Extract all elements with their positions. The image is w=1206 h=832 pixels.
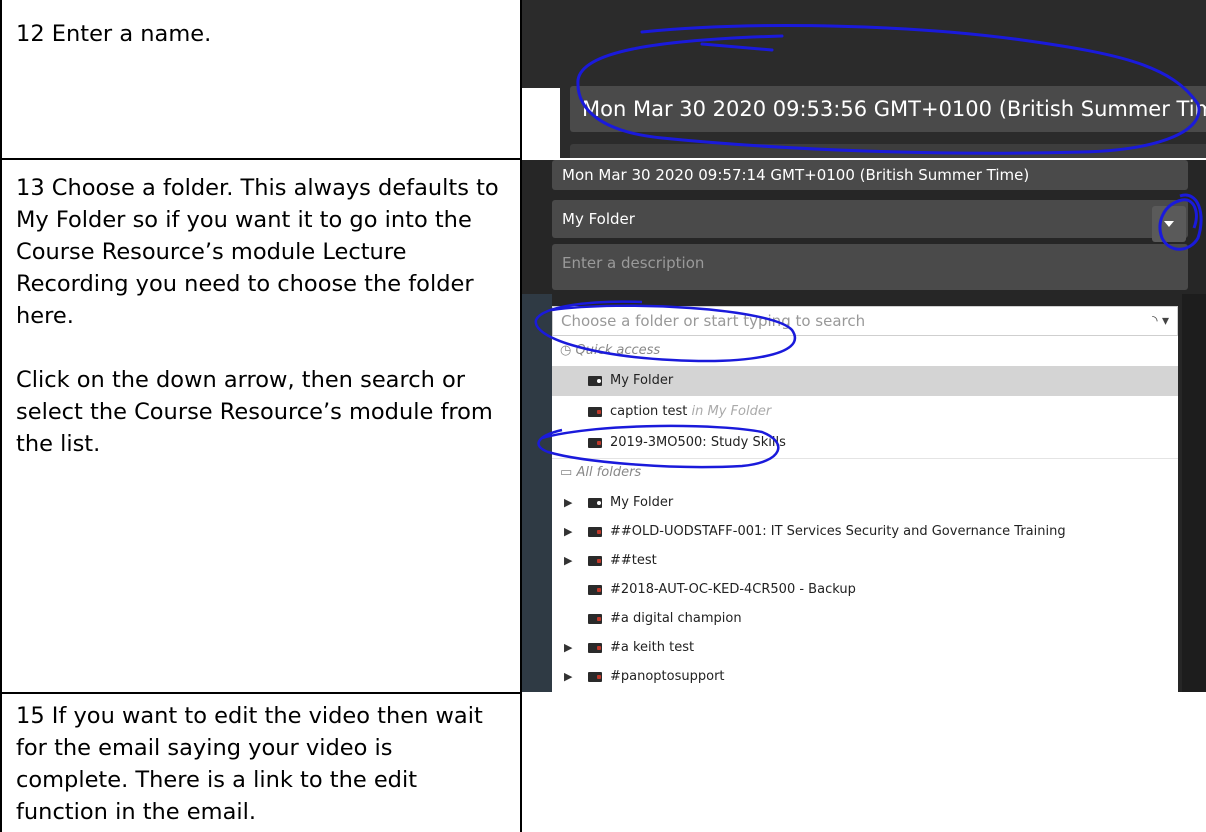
caret-down-icon[interactable] xyxy=(1152,206,1186,242)
all-folders-label: All folders xyxy=(576,465,642,480)
all-folders-header: ▭ All folders xyxy=(552,460,1178,486)
folder-label: #panoptosupport xyxy=(610,669,725,684)
annotation-ink xyxy=(576,24,1201,155)
my-folder-icon xyxy=(588,498,602,508)
folder-search-input[interactable]: Choose a folder or start typing to searc… xyxy=(552,306,1178,336)
folder-icon xyxy=(588,438,602,448)
folder-icon xyxy=(588,556,602,566)
folder-outline-icon: ▭ xyxy=(560,465,573,480)
next-field-stub xyxy=(570,144,1206,158)
folder-icon xyxy=(588,527,602,537)
expand-arrow-icon[interactable]: ▶ xyxy=(564,546,572,576)
folder-label: My Folder xyxy=(610,373,674,388)
step-15-paragraph: 15 If you want to edit the video then wa… xyxy=(16,703,483,825)
folder-label: ##test xyxy=(610,553,657,568)
section-divider xyxy=(552,458,1178,459)
folder-icon xyxy=(588,643,602,653)
expand-arrow-icon[interactable]: ▶ xyxy=(564,662,572,692)
screenshot-name-field: Mon Mar 30 2020 09:53:56 GMT+0100 (Briti… xyxy=(522,0,1206,158)
spinner-icon: ◝ ▾ xyxy=(1152,313,1169,329)
expand-arrow-icon[interactable]: ▶ xyxy=(564,633,572,663)
quick-access-header: ◷ Quick access xyxy=(552,338,1178,364)
folder-tree-item[interactable]: ▶ #panoptosupport xyxy=(552,662,1178,692)
screenshot-folder-picker: Mon Mar 30 2020 09:57:14 GMT+0100 (Briti… xyxy=(522,160,1206,692)
folder-tree-item[interactable]: #a digital champion xyxy=(552,604,1178,634)
folder-label: #a keith test xyxy=(610,640,695,655)
clock-icon: ◷ xyxy=(560,343,572,358)
folder-icon xyxy=(588,407,602,417)
session-name-input[interactable]: Mon Mar 30 2020 09:53:56 GMT+0100 (Briti… xyxy=(570,86,1206,132)
quick-access-item[interactable]: 2019-3MO500: Study Skills xyxy=(552,428,1178,458)
folder-select[interactable]: My Folder xyxy=(552,200,1188,238)
folder-picker-dropdown: Choose a folder or start typing to searc… xyxy=(552,306,1178,692)
background-right xyxy=(1182,294,1206,692)
folder-tree-item[interactable]: ▶ #a keith test xyxy=(552,633,1178,663)
step-13-paragraph-1: 13 Choose a folder. This always defaults… xyxy=(16,175,499,329)
folder-label: ##OLD-UODSTAFF-001: IT Services Security… xyxy=(610,524,1066,539)
step-13-text: 13 Choose a folder. This always defaults… xyxy=(16,172,506,460)
screenshot-edge xyxy=(522,88,560,158)
step-15-text: 15 If you want to edit the video then wa… xyxy=(16,700,506,828)
folder-tree-item[interactable]: #2018-AUT-OC-KED-4CR500 - Backup xyxy=(552,575,1178,605)
folder-icon xyxy=(588,614,602,624)
background-left xyxy=(522,294,552,692)
folder-label: caption test in My Folder xyxy=(610,404,772,419)
row-divider-1 xyxy=(0,158,522,160)
folder-label: My Folder xyxy=(610,495,674,510)
expand-arrow-icon[interactable]: ▶ xyxy=(564,517,572,547)
quick-access-label: Quick access xyxy=(575,343,661,358)
step-12-paragraph: 12 Enter a name. xyxy=(16,21,212,47)
table-left-border xyxy=(0,0,2,832)
step-13-paragraph-2: Click on the down arrow, then search or … xyxy=(16,367,493,457)
folder-label: 2019-3MO500: Study Skills xyxy=(610,435,786,450)
quick-access-item[interactable]: caption test in My Folder xyxy=(552,397,1178,427)
search-placeholder: Choose a folder or start typing to searc… xyxy=(561,312,866,330)
session-name-input[interactable]: Mon Mar 30 2020 09:57:14 GMT+0100 (Briti… xyxy=(552,160,1188,190)
folder-icon xyxy=(588,585,602,595)
row-divider-2 xyxy=(0,692,522,694)
folder-icon xyxy=(588,672,602,682)
expand-arrow-icon[interactable]: ▶ xyxy=(564,488,572,518)
folder-label: #2018-AUT-OC-KED-4CR500 - Backup xyxy=(610,582,856,597)
folder-tree-item[interactable]: ▶ ##OLD-UODSTAFF-001: IT Services Securit… xyxy=(552,517,1178,547)
folder-context: in My Folder xyxy=(687,404,772,419)
folder-tree-item[interactable]: ▶ My Folder xyxy=(552,488,1178,518)
folder-label: #a digital champion xyxy=(610,611,742,626)
my-folder-icon xyxy=(588,376,602,386)
step-12-text: 12 Enter a name. xyxy=(16,18,506,50)
folder-tree-item[interactable]: ▶ ##test xyxy=(552,546,1178,576)
quick-access-item[interactable]: My Folder xyxy=(552,366,1178,396)
description-input[interactable]: Enter a description xyxy=(552,244,1188,290)
